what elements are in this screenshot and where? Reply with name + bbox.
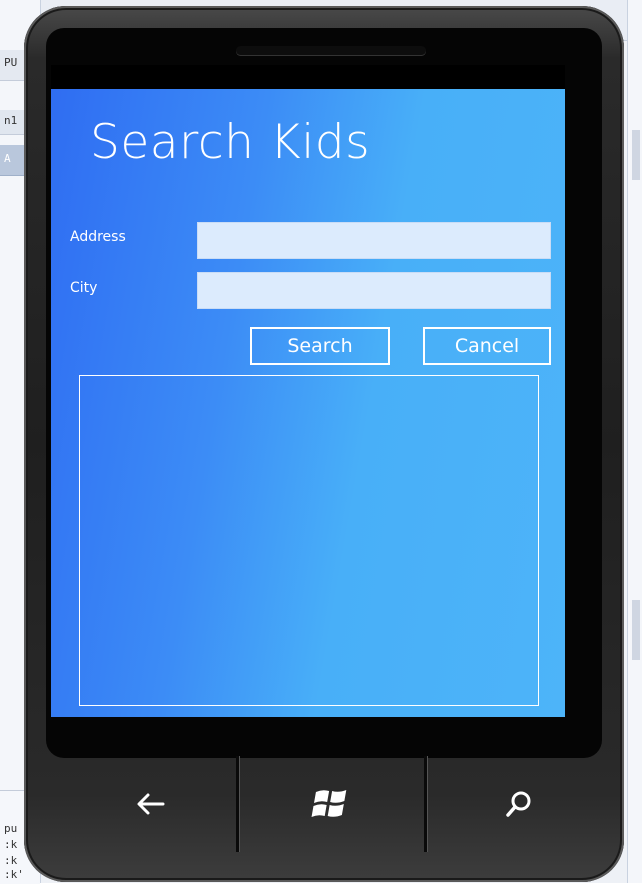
windows-logo-icon [311,790,347,817]
ide-text-fragment: n1 [4,114,18,127]
ide-text-fragment: A [4,152,11,165]
ide-right-scrollbar[interactable] [627,0,642,883]
results-list[interactable] [79,375,539,706]
city-label: City [70,280,98,296]
ide-text-fragment: :k [4,854,18,867]
search-magnifier-icon [506,791,531,817]
button-divider [236,756,239,852]
page-title: Search Kids [90,115,371,170]
city-input[interactable] [197,272,551,309]
button-divider [424,756,427,852]
ide-text-fragment: :k [4,838,18,851]
start-button[interactable] [299,776,359,832]
ide-text-fragment: pu [4,822,18,835]
phone-screen: Search Kids Address City Search Cancel [51,89,565,717]
address-input[interactable] [197,222,551,259]
search-hardware-button[interactable] [489,776,549,832]
back-button[interactable] [121,776,181,832]
hardware-button-bar [24,756,624,876]
scrollbar-thumb[interactable] [632,130,640,180]
status-bar [51,65,565,89]
phone-speaker [236,46,426,55]
cancel-button[interactable]: Cancel [423,327,551,365]
ide-text-fragment: PU [4,56,18,69]
search-button[interactable]: Search [250,327,390,365]
ide-text-fragment: :k' [4,868,24,881]
back-arrow-icon [137,793,165,815]
scrollbar-thumb[interactable] [632,600,640,660]
address-label: Address [70,229,126,245]
